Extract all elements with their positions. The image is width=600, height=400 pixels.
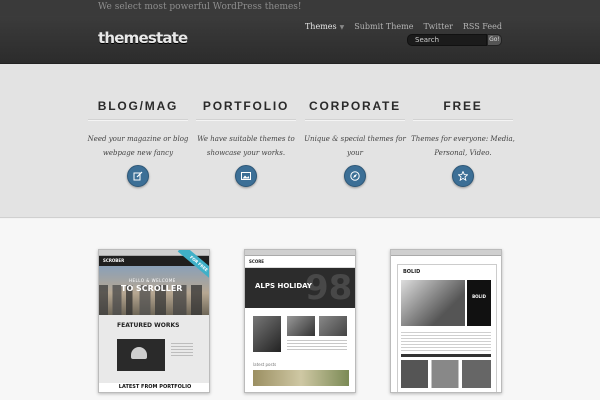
building-image xyxy=(401,280,465,326)
themes-grid: SCROBER HELLO & WELCOME TO SCROLLER FOR … xyxy=(0,219,600,400)
text-lines xyxy=(401,332,491,352)
text-lines xyxy=(287,340,347,352)
feature-text: Unique & special themes for your xyxy=(304,135,406,157)
nav-item-themes[interactable]: Themes ▼ xyxy=(305,22,344,31)
thumb-featured-title: FEATURED WORKS xyxy=(117,322,180,329)
thumb-hero: 98 ALPS HOLIDAY xyxy=(245,268,355,308)
landscape-image xyxy=(253,370,349,386)
thumb-hero: HELLO & WELCOME TO SCROLLER xyxy=(99,266,209,315)
search-form: Search Go! xyxy=(407,34,502,46)
divider xyxy=(413,119,513,121)
divider xyxy=(305,119,405,121)
chevron-down-icon: ▼ xyxy=(339,24,345,31)
site-header: themestate Themes ▼ Submit Theme Twitter … xyxy=(0,16,600,64)
feature-corporate: CORPORATE Unique & special themes for yo… xyxy=(300,64,410,218)
thumb-latest: LATEST FROM PORTFOLIO xyxy=(99,383,209,392)
nav-item-label: Themes xyxy=(304,22,337,31)
compass-icon[interactable] xyxy=(344,165,366,187)
thumb-side-panel: BOLID xyxy=(467,280,491,326)
feature-free: FREE Themes for everyone: Media, Persona… xyxy=(408,64,518,218)
theme-thumbnail-scroller[interactable]: SCROBER HELLO & WELCOME TO SCROLLER FOR … xyxy=(98,249,210,393)
divider xyxy=(88,119,188,121)
theme-thumbnail-bolid[interactable]: BOLID BOLID xyxy=(390,249,502,393)
main-nav: Themes ▼ Submit Theme Twitter RSS Feed xyxy=(305,22,502,31)
feature-title: PORTFOLIO xyxy=(202,99,290,113)
top-strip: We select most powerful WordPress themes… xyxy=(0,0,600,16)
theme-thumbnail-score[interactable]: SCORE 98 ALPS HOLIDAY latest posts xyxy=(244,249,356,393)
feature-text: We have suitable themes to showcase your… xyxy=(197,135,295,157)
feature-portfolio: PORTFOLIO We have suitable themes to sho… xyxy=(191,64,301,218)
feature-text: Themes for everyone: Media, Personal, Vi… xyxy=(411,135,515,157)
nav-item-twitter[interactable]: Twitter xyxy=(423,22,452,31)
picture-icon[interactable] xyxy=(235,165,257,187)
thumb-grid xyxy=(253,316,349,356)
feature-blog-mag: BLOG/MAG Need your magazine or blog webp… xyxy=(83,64,193,218)
thumb-featured: FEATURED WORKS xyxy=(99,315,209,383)
features-band: BLOG/MAG Need your magazine or blog webp… xyxy=(0,64,600,218)
browser-chrome xyxy=(391,250,501,256)
tagline: We select most powerful WordPress themes… xyxy=(98,2,302,12)
thumb-posts-label: latest posts xyxy=(253,362,277,367)
feature-text: Need your magazine or blog webpage new f… xyxy=(87,135,189,157)
grid-image xyxy=(253,316,281,352)
thumb-hero-number: 98 xyxy=(305,268,353,308)
text-lines xyxy=(171,343,193,357)
grid-image xyxy=(287,316,315,336)
search-go-button[interactable]: Go! xyxy=(487,34,502,46)
search-input[interactable]: Search xyxy=(407,34,487,46)
feature-title: FREE xyxy=(443,99,483,113)
thumb-brand: BOLID xyxy=(403,269,421,275)
feature-title: CORPORATE xyxy=(309,99,401,113)
thumb-nav: SCORE xyxy=(245,256,355,268)
thumb-brand: SCORE xyxy=(249,259,265,264)
photo-strip xyxy=(401,360,491,388)
divider xyxy=(401,354,491,357)
thumb-hero-small: HELLO & WELCOME xyxy=(129,278,176,283)
site-logo[interactable]: themestate xyxy=(98,29,188,47)
thumb-hero-title: ALPS HOLIDAY xyxy=(255,282,312,290)
divider xyxy=(196,119,296,121)
edit-icon[interactable] xyxy=(127,165,149,187)
feature-title: BLOG/MAG xyxy=(97,99,179,113)
nav-item-rss-feed[interactable]: RSS Feed xyxy=(463,22,502,31)
thumb-brand: SCROBER xyxy=(103,258,125,263)
nav-item-submit-theme[interactable]: Submit Theme xyxy=(354,22,413,31)
lamp-shape xyxy=(131,347,147,359)
thumb-hero-title: TO SCROLLER xyxy=(121,284,183,293)
lamp-image xyxy=(117,339,165,371)
grid-image xyxy=(319,316,347,336)
star-icon[interactable] xyxy=(452,165,474,187)
